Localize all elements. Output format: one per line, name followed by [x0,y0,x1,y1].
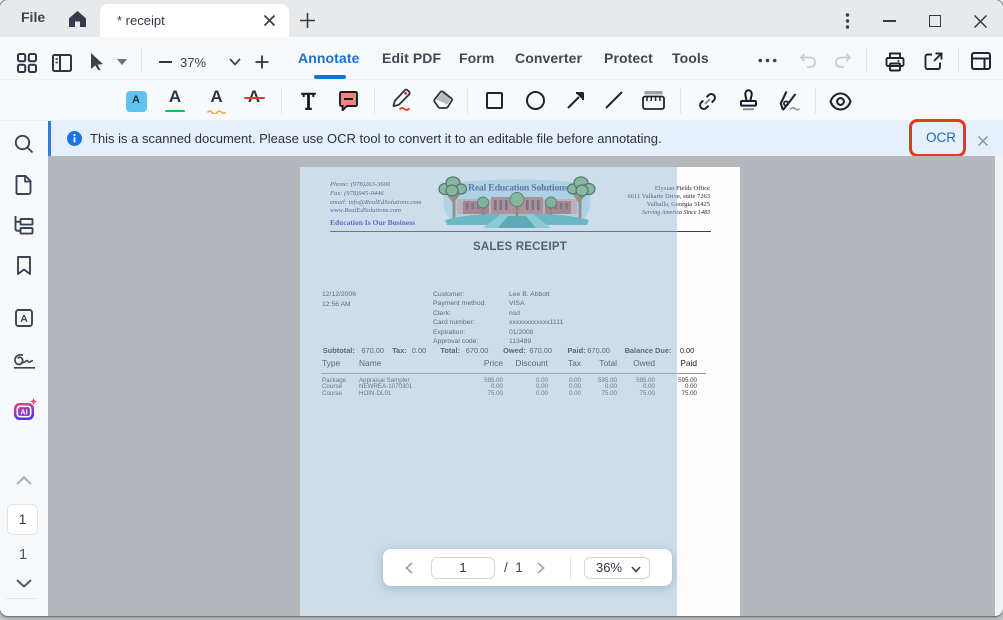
svg-text:AI: AI [20,408,28,417]
svg-text:A: A [20,313,28,325]
